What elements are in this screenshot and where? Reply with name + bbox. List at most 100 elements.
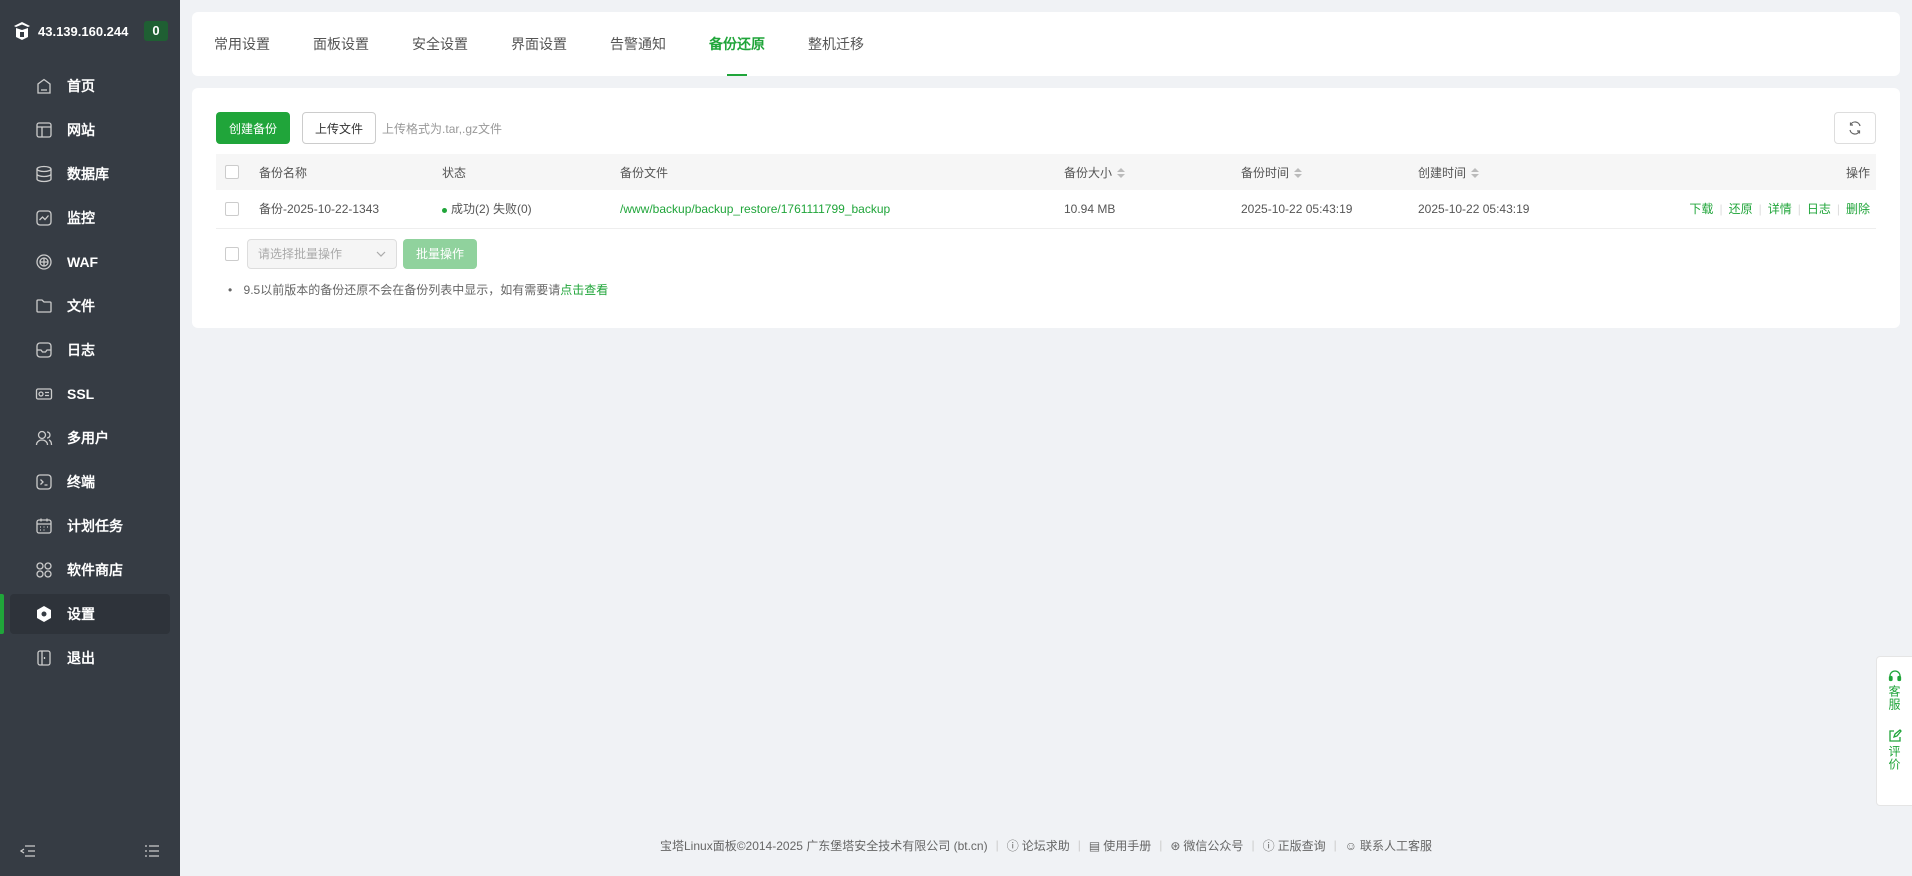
footer-link-manual[interactable]: ▤ 使用手册: [1089, 837, 1151, 854]
sidebar-item-database[interactable]: 数据库: [10, 154, 170, 194]
sidebar-item-label: 计划任务: [67, 518, 123, 534]
sort-icon: [1471, 168, 1480, 179]
sidebar-item-label: 日志: [67, 342, 95, 358]
settings-tabs: 常用设置 面板设置 安全设置 界面设置 告警通知 备份还原 整机迁移: [192, 12, 1900, 76]
tab-general[interactable]: 常用设置: [214, 12, 270, 76]
sidebar-item-ssl[interactable]: SSL: [10, 374, 170, 414]
tab-panel[interactable]: 面板设置: [313, 12, 369, 76]
sidebar-item-settings[interactable]: 设置: [0, 594, 170, 634]
home-icon: [34, 76, 54, 96]
create-backup-button[interactable]: 创建备份: [216, 112, 291, 144]
sidebar-item-label: 监控: [67, 210, 95, 226]
gear-icon: [34, 604, 54, 624]
help-icon: ⓘ: [1006, 838, 1019, 853]
col-create-time-header[interactable]: 创建时间: [1418, 154, 1589, 190]
tab-security[interactable]: 安全设置: [412, 12, 468, 76]
customer-service-button[interactable]: 客服: [1886, 669, 1903, 711]
sidebar-item-cron[interactable]: 计划任务: [10, 506, 170, 546]
tab-alerts[interactable]: 告警通知: [610, 12, 666, 76]
sidebar-item-waf[interactable]: WAF: [10, 242, 170, 282]
sidebar-item-label: WAF: [67, 254, 99, 270]
terminal-icon: [34, 472, 54, 492]
sidebar-item-label: 终端: [67, 474, 95, 490]
restore-link[interactable]: 还原: [1729, 202, 1753, 216]
sidebar-item-files[interactable]: 文件: [10, 286, 170, 326]
backup-table: 备份名称 状态 备份文件 备份大小 备份时间 创建时间 操作 备份-2025-1…: [216, 154, 1876, 229]
copyright: 宝塔Linux面板©2014-2025 广东堡塔安全技术有限公司 (bt.cn): [660, 838, 988, 853]
main-content: 常用设置 面板设置 安全设置 界面设置 告警通知 备份还原 整机迁移 创建备份 …: [192, 12, 1900, 328]
footer-link-license[interactable]: ⓘ 正版查询: [1263, 837, 1326, 854]
footer-link-wechat[interactable]: ⊛ 微信公众号: [1170, 837, 1243, 854]
sidebar-header: 43.139.160.244 0: [0, 0, 180, 62]
sidebar-item-home[interactable]: 首页: [10, 66, 170, 106]
collapse-sidebar-icon[interactable]: [19, 844, 36, 861]
calendar-icon: [34, 516, 54, 536]
bt-logo-icon: [14, 22, 30, 40]
col-size: 备份大小: [1064, 165, 1113, 180]
batch-action-button[interactable]: 批量操作: [403, 238, 478, 269]
row-actions: 下载 | 还原 | 详情 | 日志 | 删除: [1589, 190, 1876, 229]
apps-icon: [34, 560, 54, 580]
sidebar-menu: 首页 网站 数据库 监控 WAF 文件 日志 SSL 多用户 终端 计划任务 软…: [0, 66, 180, 682]
col-backup-time: 备份时间: [1241, 165, 1290, 180]
select-all-checkbox[interactable]: [225, 165, 239, 180]
tab-interface[interactable]: 界面设置: [511, 12, 567, 76]
sidebar-footer: [0, 828, 180, 876]
table-row: 备份-2025-10-22-1343 成功(2) 失败(0) /www/back…: [216, 190, 1876, 229]
edit-icon: [1888, 729, 1902, 742]
folder-icon: [34, 296, 54, 316]
tab-backup-restore[interactable]: 备份还原: [709, 12, 765, 76]
monitor-icon: [34, 208, 54, 228]
delete-link[interactable]: 删除: [1846, 202, 1870, 216]
review-button[interactable]: 评价: [1886, 729, 1903, 771]
footer-link-forum[interactable]: ⓘ 论坛求助: [1007, 837, 1070, 854]
col-size-header[interactable]: 备份大小: [1064, 154, 1241, 190]
sidebar-item-label: 退出: [67, 650, 95, 666]
sidebar-item-users[interactable]: 多用户: [10, 418, 170, 458]
sidebar-item-store[interactable]: 软件商店: [10, 550, 170, 590]
download-link[interactable]: 下载: [1689, 202, 1713, 216]
menu-list-icon[interactable]: [144, 844, 160, 861]
tab-migration[interactable]: 整机迁移: [808, 12, 864, 76]
sidebar-item-terminal[interactable]: 终端: [10, 462, 170, 502]
float-panel: 客服 评价: [1876, 656, 1912, 806]
upload-file-button[interactable]: 上传文件: [302, 112, 377, 144]
sidebar-item-logs[interactable]: 日志: [10, 330, 170, 370]
batch-select[interactable]: 请选择批量操作: [247, 238, 397, 269]
sidebar-item-label: 首页: [67, 78, 95, 94]
sidebar-item-label: 多用户: [67, 430, 109, 446]
server-ip[interactable]: 43.139.160.244: [38, 24, 128, 39]
headset-icon: [1888, 670, 1901, 682]
backup-size: 10.94 MB: [1064, 190, 1241, 229]
details-link[interactable]: 详情: [1768, 202, 1792, 216]
sort-icon: [1117, 168, 1126, 179]
col-create-time: 创建时间: [1418, 165, 1467, 180]
status-dot: [442, 207, 447, 213]
table-header-row: 备份名称 状态 备份文件 备份大小 备份时间 创建时间 操作: [216, 154, 1876, 190]
notification-badge[interactable]: 0: [144, 21, 168, 41]
wechat-icon: ⊛: [1170, 838, 1181, 853]
info-icon: ⓘ: [1262, 838, 1275, 853]
backup-time: 2025-10-22 05:43:19: [1241, 190, 1418, 229]
toolbar: 创建备份 上传文件 上传格式为.tar,.gz文件: [216, 112, 1876, 144]
col-backup-time-header[interactable]: 备份时间: [1241, 154, 1418, 190]
logout-icon: [34, 648, 54, 668]
batch-select-placeholder: 请选择批量操作: [258, 247, 343, 261]
chevron-down-icon: [376, 251, 386, 257]
footer-link-support[interactable]: ☺ 联系人工客服: [1345, 837, 1432, 854]
log-link[interactable]: 日志: [1807, 202, 1831, 216]
sidebar-item-monitor[interactable]: 监控: [10, 198, 170, 238]
sidebar-item-label: 网站: [67, 122, 95, 138]
sidebar-item-website[interactable]: 网站: [10, 110, 170, 150]
row-checkbox[interactable]: [225, 202, 239, 217]
batch-checkbox[interactable]: [225, 246, 239, 261]
users-icon: [34, 428, 54, 448]
sidebar-item-logout[interactable]: 退出: [10, 638, 170, 678]
batch-actions: 请选择批量操作 批量操作: [216, 238, 1876, 269]
sidebar-item-label: 软件商店: [67, 562, 123, 578]
refresh-button[interactable]: [1834, 112, 1876, 144]
book-icon: ▤: [1088, 838, 1101, 853]
upload-hint: 上传格式为.tar,.gz文件: [382, 121, 503, 136]
view-link[interactable]: 点击查看: [560, 283, 608, 297]
backup-file-link[interactable]: /www/backup/backup_restore/1761111799_ba…: [620, 202, 890, 216]
